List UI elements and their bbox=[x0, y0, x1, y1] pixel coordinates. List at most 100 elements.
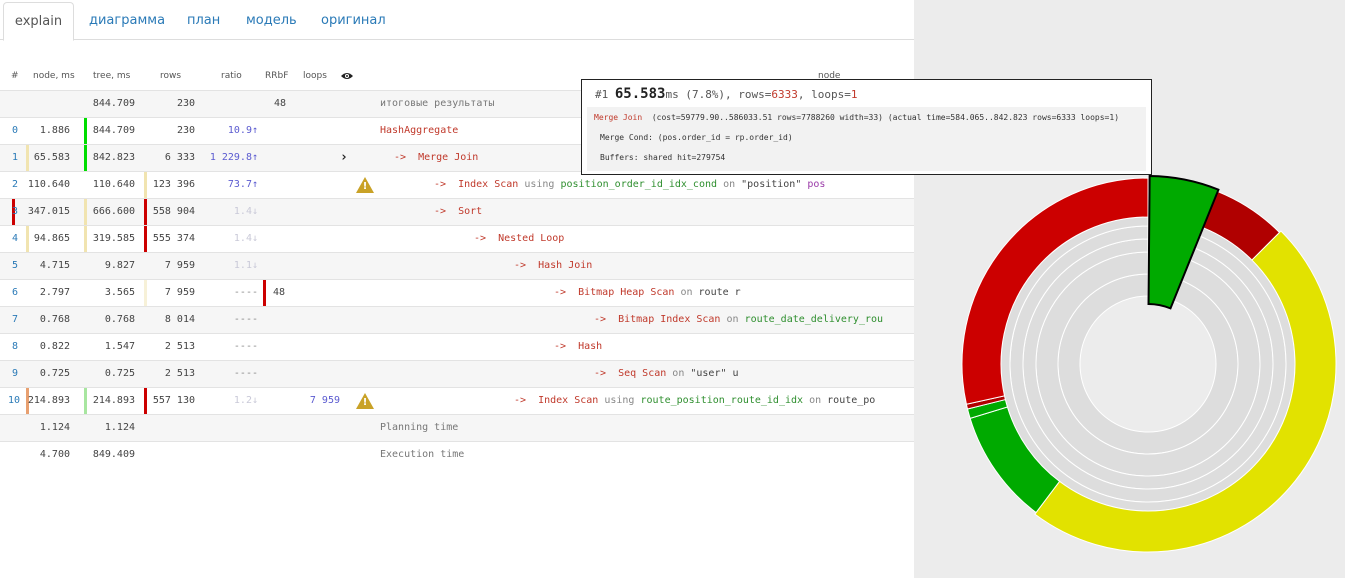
execution-tree-ms: 849.409 bbox=[92, 449, 135, 460]
tab-bar: explain диаграмма план модель оригинал bbox=[0, 0, 914, 41]
row-index: 10 bbox=[8, 395, 21, 406]
row-rows: 6 333 bbox=[164, 152, 195, 163]
row-ratio: ---- bbox=[233, 287, 258, 298]
table-row[interactable]: 7 0.768 0.768 8 014 ---- -> Bitmap Index… bbox=[0, 306, 914, 333]
row-node-ms: 347.015 bbox=[27, 206, 70, 217]
row-tree-ms: 1.547 bbox=[104, 341, 135, 352]
table-row[interactable]: 3 347.015 666.600 558 904 1.4↓ -> Sort bbox=[0, 198, 914, 225]
planning-node-ms: 1.124 bbox=[39, 422, 70, 433]
row-index: 2 bbox=[12, 179, 19, 190]
execution-row: 4.700 849.409 Execution time bbox=[0, 441, 914, 468]
row-node: -> Bitmap Heap Scan on route r bbox=[554, 287, 741, 298]
row-index: 7 bbox=[12, 314, 19, 325]
row-rows: 555 374 bbox=[152, 233, 195, 244]
planning-label: Planning time bbox=[380, 422, 459, 433]
row-node: -> Index Scan using route_position_route… bbox=[514, 395, 876, 406]
table-row[interactable]: 5 4.715 9.827 7 959 1.1↓ -> Hash Join bbox=[0, 252, 914, 279]
row-tree-ms: 9.827 bbox=[104, 260, 135, 271]
row-ratio: ---- bbox=[233, 368, 258, 379]
summary-tree: 844.709 bbox=[92, 98, 135, 109]
execution-label: Execution time bbox=[380, 449, 465, 460]
row-ratio: 10.9↑ bbox=[227, 125, 258, 136]
row-ratio: 1 229.8↑ bbox=[209, 152, 258, 163]
table-row[interactable]: 9 0.725 0.725 2 513 ---- -> Seq Scan on … bbox=[0, 360, 914, 387]
summary-rrbf: 48 bbox=[273, 98, 286, 109]
table-row[interactable]: 4 94.865 319.585 555 374 1.4↓ -> Nested … bbox=[0, 225, 914, 252]
row-node: -> Nested Loop bbox=[474, 233, 565, 244]
row-node: -> Bitmap Index Scan on route_date_deliv… bbox=[594, 314, 884, 325]
tab-explain[interactable]: explain bbox=[3, 2, 74, 41]
header-node-ms: node, ms bbox=[33, 71, 75, 81]
row-ratio: 1.4↓ bbox=[233, 206, 258, 217]
tab-diagram[interactable]: диаграмма bbox=[89, 2, 165, 40]
row-rows: 230 bbox=[176, 125, 195, 136]
row-ratio: 1.2↓ bbox=[233, 395, 258, 406]
row-node-ms: 4.715 bbox=[39, 260, 70, 271]
tooltip-buffers: Buffers: shared hit=279754 bbox=[600, 153, 726, 162]
row-index: 4 bbox=[12, 233, 19, 244]
execution-node-ms: 4.700 bbox=[39, 449, 70, 460]
header-tree-ms: tree, ms bbox=[93, 71, 131, 81]
row-node: -> Index Scan using position_order_id_id… bbox=[434, 179, 826, 190]
row-node: -> Seq Scan on "user" u bbox=[594, 368, 739, 379]
row-rows: 558 904 bbox=[152, 206, 195, 217]
row-rows: 2 513 bbox=[164, 368, 195, 379]
header-num: # bbox=[11, 71, 19, 81]
row-rows: 123 396 bbox=[152, 179, 195, 190]
summary-label: итоговые результаты bbox=[380, 98, 495, 109]
row-index: 0 bbox=[12, 125, 19, 136]
header-loops: loops bbox=[303, 71, 327, 81]
tab-original[interactable]: оригинал bbox=[321, 2, 386, 40]
rows-bar bbox=[144, 280, 147, 306]
row-index: 9 bbox=[12, 368, 19, 379]
rrbf-bar bbox=[263, 280, 266, 306]
row-index: 5 bbox=[12, 260, 19, 271]
row-ratio: ---- bbox=[233, 314, 258, 325]
row-node: -> Hash bbox=[554, 341, 603, 352]
header-rrbf: RRbF bbox=[265, 71, 289, 81]
row-node-ms: 0.725 bbox=[39, 368, 70, 379]
row-ratio: 1.4↓ bbox=[233, 233, 258, 244]
eye-icon[interactable] bbox=[340, 62, 354, 90]
rows-bar bbox=[144, 388, 147, 414]
row-ratio: ---- bbox=[233, 341, 258, 352]
row-node-ms: 2.797 bbox=[39, 287, 70, 298]
header-rows: rows bbox=[160, 71, 182, 81]
row-loops: 7 959 bbox=[309, 395, 340, 406]
table-row[interactable]: 6 2.797 3.565 7 959 ---- 48 -> Bitmap He… bbox=[0, 279, 914, 306]
row-ratio: 73.7↑ bbox=[227, 179, 258, 190]
table-row[interactable]: 2 110.640 110.640 123 396 73.7↑ ! -> Ind… bbox=[0, 171, 914, 198]
row-tree-ms: 844.709 bbox=[92, 125, 135, 136]
table-row[interactable]: 8 0.822 1.547 2 513 ---- -> Hash bbox=[0, 333, 914, 360]
row-node: -> Hash Join bbox=[514, 260, 593, 271]
row-index: 6 bbox=[12, 287, 19, 298]
tab-plan[interactable]: план bbox=[187, 2, 220, 40]
row-tree-ms: 666.600 bbox=[92, 206, 135, 217]
row-ratio: 1.1↓ bbox=[233, 260, 258, 271]
row-tree-ms: 3.565 bbox=[104, 287, 135, 298]
row-index: 8 bbox=[12, 341, 19, 352]
row-tree-ms: 319.585 bbox=[92, 233, 135, 244]
node-tooltip: #1 65.583ms (7.8%), rows=6333, loops=1 M… bbox=[581, 79, 1152, 175]
planning-tree-ms: 1.124 bbox=[104, 422, 135, 433]
tooltip-header: #1 65.583ms (7.8%), rows=6333, loops=1 bbox=[595, 86, 858, 102]
header-ratio: ratio bbox=[221, 71, 242, 81]
rows-bar bbox=[144, 199, 147, 225]
tooltip-details: Merge Join (cost=59779.90..586033.51 row… bbox=[587, 107, 1146, 171]
row-tree-ms: 110.640 bbox=[92, 179, 135, 190]
chevron-right-icon[interactable]: › bbox=[340, 145, 352, 171]
tooltip-cost-line: Merge Join (cost=59779.90..586033.51 row… bbox=[594, 113, 1120, 122]
row-node: -> Merge Join bbox=[394, 152, 479, 163]
row-rrbf: 48 bbox=[273, 287, 286, 298]
summary-rows: 230 bbox=[176, 98, 195, 109]
row-node-ms: 214.893 bbox=[27, 395, 70, 406]
row-node-ms: 65.583 bbox=[33, 152, 70, 163]
tooltip-merge-cond: Merge Cond: (pos.order_id = rp.order_id) bbox=[600, 133, 793, 142]
row-rows: 2 513 bbox=[164, 341, 195, 352]
tab-model[interactable]: модель bbox=[246, 2, 297, 40]
table-row[interactable]: 10 214.893 214.893 557 130 1.2↓ 7 959 ! … bbox=[0, 387, 914, 414]
row-node: -> Sort bbox=[434, 206, 483, 217]
row-index: 3 bbox=[12, 206, 19, 217]
row-node-ms: 0.822 bbox=[39, 341, 70, 352]
row-node-ms: 1.886 bbox=[39, 125, 70, 136]
